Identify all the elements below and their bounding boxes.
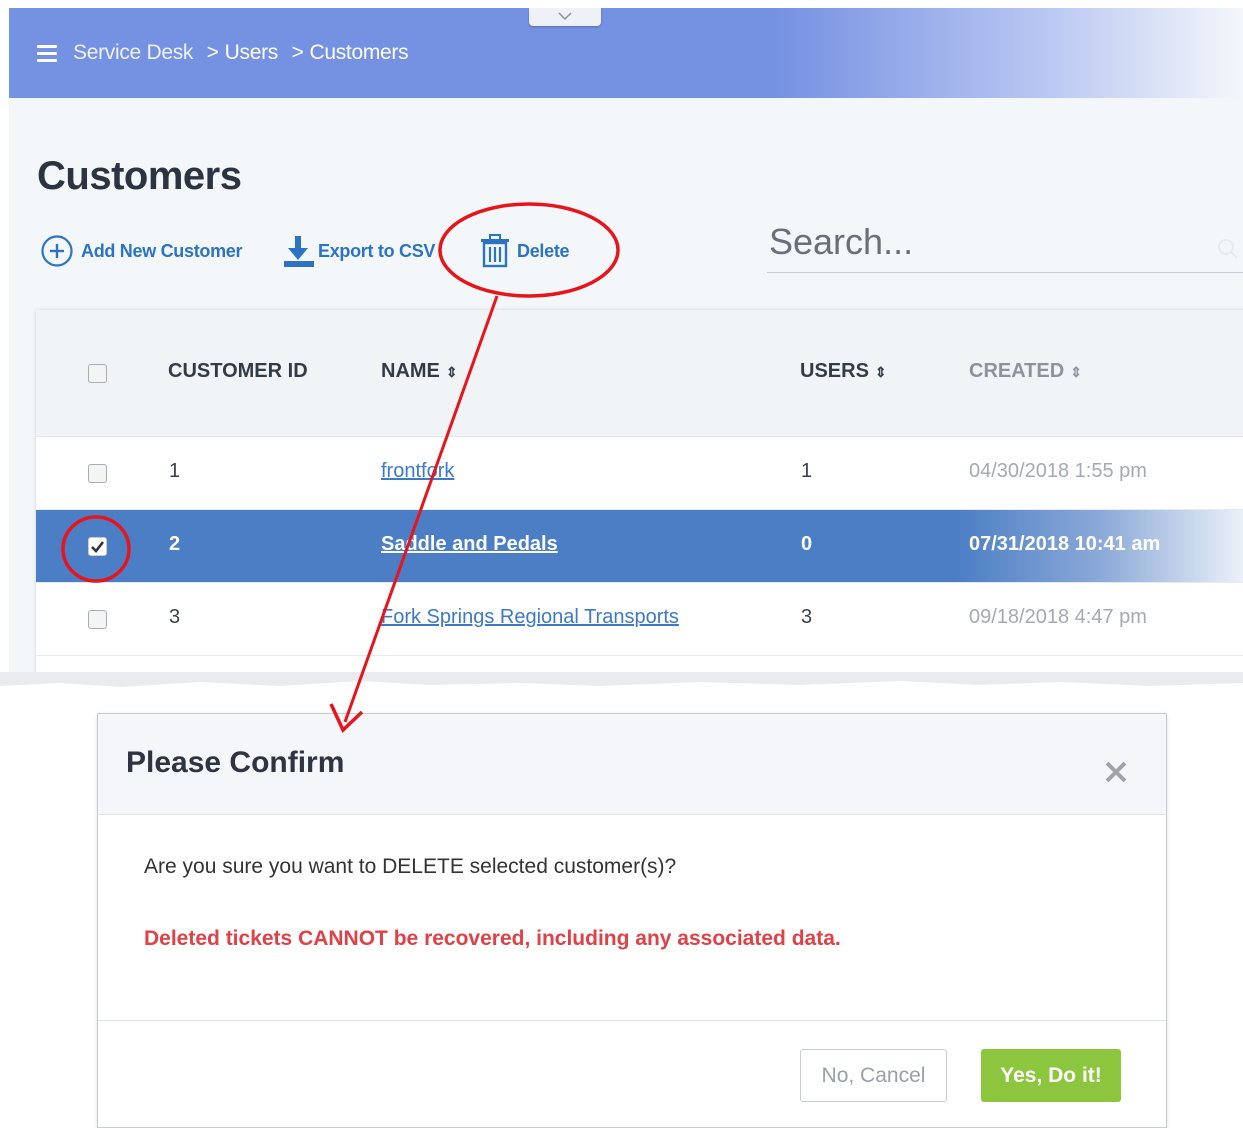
dialog-title: Please Confirm: [126, 746, 345, 779]
download-icon: [284, 236, 314, 267]
users-count-cell: 3: [801, 606, 813, 628]
customer-id-cell: 3: [169, 606, 181, 628]
breadcrumb-users[interactable]: Users: [225, 41, 279, 64]
breadcrumb-customers: Customers: [309, 41, 409, 64]
created-date-cell: 07/31/2018 10:41 am: [969, 533, 1161, 555]
dialog-footer-divider: [98, 1020, 1166, 1021]
column-header-users[interactable]: USERS ⇕: [800, 360, 887, 383]
search-icon[interactable]: [1217, 238, 1239, 260]
users-count-cell: 1: [801, 460, 813, 482]
plus-circle-icon: [41, 235, 73, 267]
export-csv-label: Export to CSV: [318, 240, 436, 261]
check-icon: [91, 541, 105, 553]
search-box: [767, 216, 1243, 273]
customer-id-cell: 2: [169, 533, 181, 555]
table-row[interactable]: 1 frontfork 1 04/30/2018 1:55 pm: [36, 437, 1243, 510]
breadcrumb-separator: >: [206, 41, 219, 64]
sort-icon: ⇕: [874, 364, 887, 380]
column-header-created[interactable]: CREATED ⇕: [969, 360, 1082, 383]
table-row-selected[interactable]: 2 Saddle and Pedals 0 07/31/2018 10:41 a…: [36, 510, 1243, 583]
customer-name-link[interactable]: Fork Springs Regional Transports: [381, 606, 679, 629]
sort-icon: ⇕: [445, 364, 458, 380]
customers-page: Service Desk > Users > Customers Customers…: [9, 8, 1243, 698]
hamburger-icon[interactable]: [37, 45, 57, 62]
delete-label: Delete: [517, 240, 570, 261]
column-header-name-label: NAME: [381, 360, 440, 382]
select-all-checkbox[interactable]: [88, 364, 107, 383]
users-count-cell: 0: [801, 533, 813, 555]
delete-button[interactable]: Delete: [480, 234, 570, 268]
breadcrumb: Service Desk > Users > Customers: [73, 41, 409, 65]
breadcrumb-separator: >: [291, 41, 304, 64]
row-checkbox[interactable]: [88, 464, 107, 483]
dialog-header: Please Confirm: [98, 714, 1166, 815]
customer-id-cell: 1: [169, 460, 181, 482]
customer-name-link[interactable]: Saddle and Pedals: [381, 533, 558, 556]
search-input[interactable]: [767, 216, 1191, 268]
trash-icon: [481, 234, 509, 268]
created-date-cell: 09/18/2018 4:47 pm: [969, 606, 1147, 628]
customer-name-link[interactable]: frontfork: [381, 460, 454, 483]
page-title: Customers: [37, 154, 242, 198]
header-bar: Service Desk > Users > Customers: [9, 8, 1243, 98]
column-header-created-label: CREATED: [969, 360, 1065, 382]
column-header-name[interactable]: NAME ⇕: [381, 360, 458, 383]
table-row[interactable]: 3 Fork Springs Regional Transports 3 09/…: [36, 583, 1243, 656]
close-icon[interactable]: [1104, 760, 1128, 784]
confirm-button[interactable]: Yes, Do it!: [981, 1049, 1121, 1102]
table-header: CUSTOMER ID NAME ⇕ USERS ⇕ CREATED ⇕: [36, 310, 1243, 437]
dialog-message: Are you sure you want to DELETE selected…: [144, 855, 677, 878]
sort-icon: ⇕: [1070, 364, 1082, 380]
export-csv-button[interactable]: Export to CSV: [283, 234, 435, 268]
add-new-customer-button[interactable]: Add New Customer: [40, 234, 243, 268]
column-header-users-label: USERS: [800, 360, 869, 382]
breadcrumb-service-desk[interactable]: Service Desk: [73, 41, 193, 64]
add-new-customer-label: Add New Customer: [81, 240, 243, 261]
column-header-customer-id: CUSTOMER ID: [168, 360, 308, 382]
confirm-dialog: Please Confirm Are you sure you want to …: [97, 713, 1167, 1128]
dialog-warning: Deleted tickets CANNOT be recovered, inc…: [144, 927, 841, 950]
collapse-header-tab[interactable]: [529, 8, 601, 26]
row-checkbox[interactable]: [88, 610, 107, 629]
created-date-cell: 04/30/2018 1:55 pm: [969, 460, 1147, 482]
cancel-button[interactable]: No, Cancel: [800, 1049, 947, 1102]
customers-table: CUSTOMER ID NAME ⇕ USERS ⇕ CREATED ⇕ 1 fron…: [36, 310, 1243, 698]
chevron-down-icon: [558, 12, 572, 21]
row-checkbox-checked[interactable]: [88, 537, 107, 556]
torn-edge-divider: [0, 672, 1243, 702]
